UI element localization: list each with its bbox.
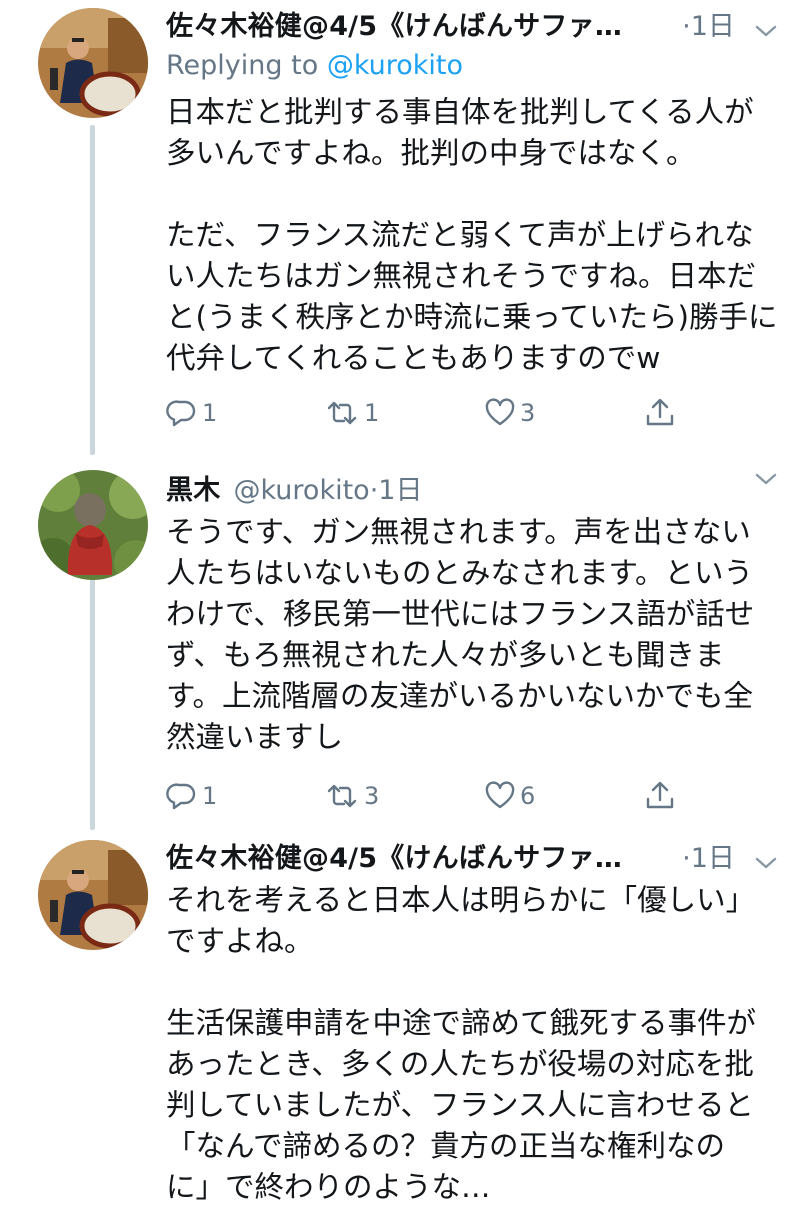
- retweet-count: 1: [364, 399, 380, 427]
- tweet-actions: 1 1 3: [166, 397, 778, 437]
- replying-label: Replying to: [166, 50, 327, 81]
- tweet-text: それを考えると日本人は明らかに「優しい」 ですよね。 生活保護申請を中途で諦めて…: [166, 883, 757, 1204]
- like-count: 6: [520, 782, 536, 810]
- share-button[interactable]: [644, 780, 676, 812]
- tweet-actions: 1 3 6: [166, 780, 778, 820]
- like-count: 3: [520, 399, 536, 427]
- timeline: 佐々木裕健@4/5《けんばんサファ… ·1日 Replying to @kuro…: [0, 0, 810, 1204]
- retweet-button[interactable]: 1: [324, 397, 379, 429]
- tweet-header: 黒木 @kurokito·1日: [166, 468, 778, 512]
- separator: ·: [682, 843, 691, 874]
- reply-count: 1: [202, 782, 218, 810]
- share-button[interactable]: [644, 397, 676, 429]
- reply-icon: [166, 783, 196, 810]
- timestamp[interactable]: 1日: [691, 843, 735, 874]
- retweet-button[interactable]: 3: [324, 780, 379, 812]
- avatar[interactable]: [38, 470, 148, 580]
- chevron-down-icon[interactable]: [754, 471, 778, 487]
- tweet-text: 日本だと批判する事自体を批判してくる人が 多いんですよね。批判の中身ではなく。 …: [166, 95, 778, 375]
- separator: ·: [682, 11, 691, 42]
- retweet-count: 3: [364, 782, 380, 810]
- mention-link[interactable]: @kurokito: [327, 50, 463, 81]
- share-icon: [646, 781, 674, 809]
- share-icon: [646, 398, 674, 426]
- like-button[interactable]: 6: [484, 780, 535, 812]
- author-name[interactable]: 黒木: [166, 475, 220, 506]
- reply-button[interactable]: 1: [166, 397, 217, 429]
- replying-to: Replying to @kurokito: [166, 50, 778, 92]
- retweet-icon: [327, 784, 357, 808]
- tweet-header: 佐々木裕健@4/5《けんばんサファ… ·1日: [166, 4, 778, 48]
- reply-count: 1: [202, 399, 218, 427]
- avatar[interactable]: [38, 840, 148, 950]
- chevron-down-icon[interactable]: [754, 23, 778, 39]
- timestamp[interactable]: 1日: [378, 475, 422, 506]
- timestamp[interactable]: 1日: [691, 11, 735, 42]
- tweet-header: 佐々木裕健@4/5《けんばんサファ… ·1日: [166, 836, 778, 880]
- author-name[interactable]: 佐々木裕健@4/5《けんばんサファ…: [166, 843, 622, 874]
- author-name[interactable]: 佐々木裕健@4/5《けんばんサファ…: [166, 11, 622, 42]
- like-button[interactable]: 3: [484, 397, 535, 429]
- thread-line: [90, 125, 95, 455]
- reply-button[interactable]: 1: [166, 780, 217, 812]
- thread-line: [90, 560, 95, 830]
- heart-icon: [485, 781, 515, 809]
- chevron-down-icon[interactable]: [754, 855, 778, 871]
- author-handle[interactable]: @kurokito: [234, 475, 370, 506]
- retweet-icon: [327, 401, 357, 425]
- avatar[interactable]: [38, 8, 148, 118]
- tweet-text: そうです、ガン無視されます。声を出さない 人たちはいないものとみなされます。とい…: [166, 515, 755, 754]
- reply-icon: [166, 400, 196, 427]
- separator: ·: [369, 475, 379, 506]
- heart-icon: [485, 398, 515, 426]
